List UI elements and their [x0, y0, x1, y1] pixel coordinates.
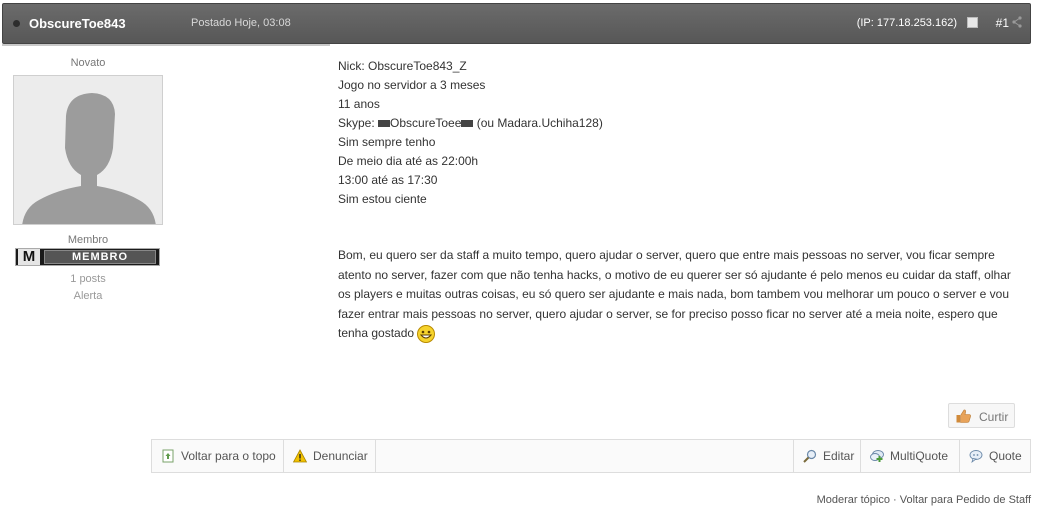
multiquote-icon — [870, 450, 884, 462]
post-line: Jogo no servidor a 3 meses — [338, 78, 486, 92]
status-dot-icon — [13, 20, 20, 27]
post-line: 13:00 até as 17:30 — [338, 173, 438, 187]
author-alert-link[interactable]: Alerta — [8, 290, 168, 302]
warning-icon — [293, 449, 307, 463]
post-line: De meio dia até as 22:00h — [338, 154, 479, 168]
like-button[interactable]: Curtir — [948, 403, 1015, 428]
back-to-forum-link[interactable]: Voltar para Pedido de Staff — [900, 494, 1031, 506]
quote-label: Quote — [989, 449, 1022, 463]
report-button[interactable]: Denunciar — [284, 440, 376, 472]
edit-button[interactable]: Editar — [793, 440, 860, 472]
footer-separator: · — [889, 494, 900, 506]
skype-line: Skype: ObscureToee (ou Madara.Uchiha128) — [338, 114, 1023, 133]
magnifier-edit-icon — [803, 449, 817, 463]
post-date: Postado Hoje, 03:08 — [191, 17, 291, 29]
post-body: Nick: ObscureToe843_Z Jogo no servidor a… — [338, 57, 1023, 209]
page-up-icon — [162, 449, 174, 463]
select-post-checkbox[interactable] — [967, 17, 978, 28]
topic-footer-links: Moderar tópico · Voltar para Pedido de S… — [817, 494, 1031, 506]
redaction-mark — [378, 120, 391, 128]
quote-bubble-icon — [969, 450, 983, 463]
grin-smiley-icon — [417, 324, 436, 343]
paragraph-text: Bom, eu quero ser da staff a muito tempo… — [338, 248, 1011, 340]
avatar[interactable] — [13, 75, 163, 225]
moderate-topic-link[interactable]: Moderar tópico — [817, 494, 890, 506]
post-number-link[interactable]: #1 — [996, 16, 1009, 30]
author-post-count: 1 posts — [70, 273, 106, 285]
skype-name: ObscureToee — [390, 116, 462, 130]
member-badge: M MEMBRO — [15, 248, 160, 266]
author-rank: Novato — [70, 57, 106, 69]
post-actions-bar: Voltar para o topo Denunciar Editar Mult… — [151, 439, 1031, 473]
author-group: Membro — [67, 234, 109, 246]
default-avatar-icon — [14, 76, 162, 224]
edit-label: Editar — [823, 449, 855, 463]
author-info: Novato Membro M MEMBRO 1 posts Alerta — [8, 46, 168, 302]
post-line: Nick: ObscureToe843_Z — [338, 59, 467, 73]
post-header: ObscureToe843 Postado Hoje, 03:08 (IP: 1… — [2, 3, 1031, 44]
redaction-mark — [461, 120, 474, 128]
post-line: 11 anos — [338, 97, 380, 111]
back-to-top-button[interactable]: Voltar para o topo — [152, 440, 284, 472]
author-username[interactable]: ObscureToe843 — [29, 16, 126, 31]
badge-letter: M — [18, 249, 40, 265]
post-line: Sim estou ciente — [338, 192, 427, 206]
multiquote-button[interactable]: MultiQuote — [860, 440, 959, 472]
report-label: Denunciar — [313, 449, 368, 463]
like-label: Curtir — [979, 410, 1009, 424]
ip-address: (IP: 177.18.253.162) — [856, 17, 957, 29]
post-paragraph: Bom, eu quero ser da staff a muito tempo… — [338, 246, 1023, 344]
back-to-top-label: Voltar para o topo — [181, 449, 276, 463]
skype-suffix: (ou Madara.Uchiha128) — [473, 116, 603, 130]
skype-prefix: Skype: — [338, 116, 379, 130]
multiquote-label: MultiQuote — [890, 449, 949, 463]
badge-text: MEMBRO — [44, 250, 156, 264]
post-line: Sim sempre tenho — [338, 135, 436, 149]
share-icon[interactable] — [1011, 15, 1023, 29]
thumbs-up-icon — [956, 409, 971, 423]
quote-button[interactable]: Quote — [959, 440, 1030, 472]
